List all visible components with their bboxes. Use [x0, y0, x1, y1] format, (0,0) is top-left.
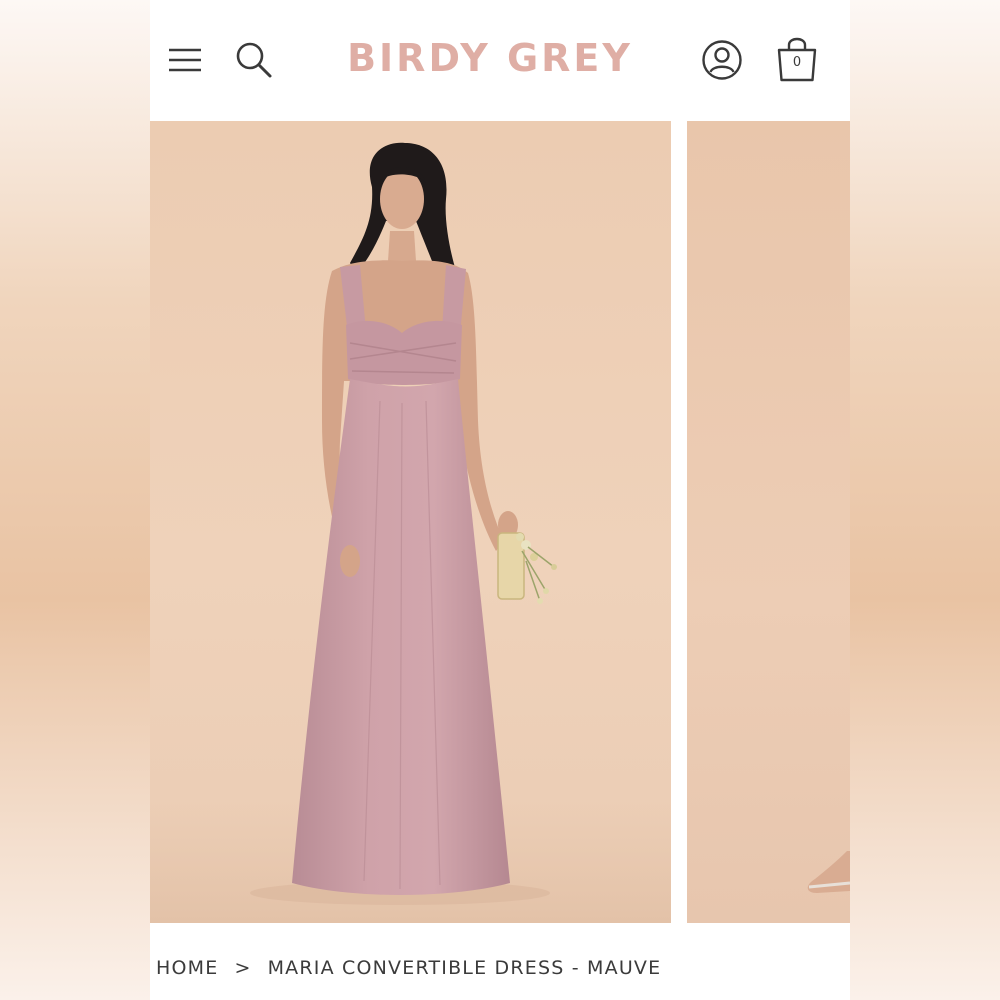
user-account-icon: [702, 40, 742, 80]
breadcrumb-current-page: MARIA CONVERTIBLE DRESS - MAUVE: [267, 957, 662, 979]
product-image-carousel[interactable]: [150, 121, 850, 923]
hamburger-menu-icon: [169, 48, 201, 72]
next-photo-illustration: [807, 851, 850, 893]
brand-logo[interactable]: BIRDY GREY: [330, 36, 650, 80]
product-image-next[interactable]: [687, 121, 850, 923]
phone-screen: BIRDY GREY 0 HOME > MARIA CONVERTIBLE DR…: [150, 0, 850, 1000]
account-button[interactable]: [700, 38, 744, 82]
blurred-backdrop-left: [0, 0, 150, 1000]
cart-button[interactable]: 0: [774, 34, 820, 84]
search-icon: [236, 42, 272, 78]
blurred-backdrop-right: [850, 0, 1000, 1000]
model-photo-illustration: [150, 142, 671, 923]
site-header: BIRDY GREY 0: [150, 0, 850, 120]
menu-button[interactable]: [164, 40, 206, 80]
breadcrumb: HOME > MARIA CONVERTIBLE DRESS - MAUVE: [156, 956, 661, 980]
search-button[interactable]: [232, 38, 276, 82]
breadcrumb-home-link[interactable]: HOME: [156, 957, 218, 979]
breadcrumb-separator: >: [234, 957, 252, 979]
product-image-main[interactable]: [150, 121, 671, 923]
cart-count-badge: 0: [792, 55, 802, 70]
